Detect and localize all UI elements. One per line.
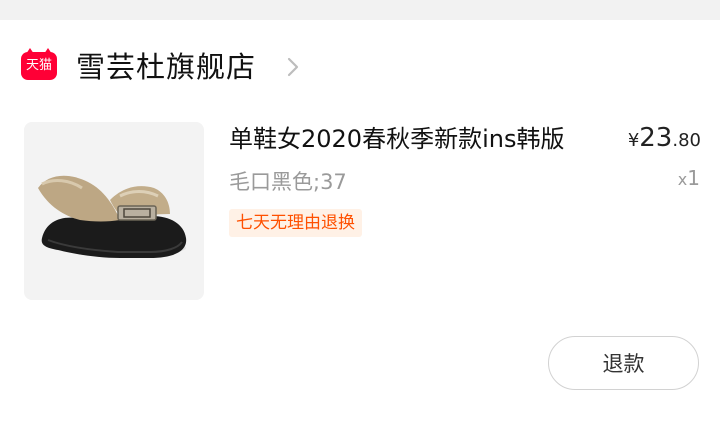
chevron-right-icon[interactable] xyxy=(281,53,305,81)
top-divider-strip xyxy=(0,0,720,20)
price-decimal: .80 xyxy=(672,130,701,151)
shop-name[interactable]: 雪芸杜旗舰店 xyxy=(76,45,256,89)
tmall-badge: 天猫 xyxy=(21,48,57,80)
price-currency: ¥ xyxy=(627,130,640,151)
return-policy-tag: 七天无理由退换 xyxy=(229,209,362,237)
product-quantity: x1 xyxy=(678,166,700,190)
shoe-icon xyxy=(38,175,187,258)
shop-header[interactable]: 天猫 雪芸杜旗舰店 xyxy=(0,20,720,112)
product-sku: 毛口黑色;37 xyxy=(229,170,347,194)
quantity-value: 1 xyxy=(687,166,700,190)
refund-button[interactable]: 退款 xyxy=(548,336,699,390)
product-title[interactable]: 单鞋女2020春秋季新款ins韩版 xyxy=(229,121,564,157)
product-image[interactable] xyxy=(24,122,204,300)
price-integer: 23 xyxy=(639,123,673,153)
product-price: ¥23.80 xyxy=(628,123,701,153)
order-item-card: 天猫 雪芸杜旗舰店 单鞋女2020春秋季新款ins韩版 毛口黑色;37 七天无理… xyxy=(0,0,720,447)
quantity-prefix: x xyxy=(677,170,688,189)
